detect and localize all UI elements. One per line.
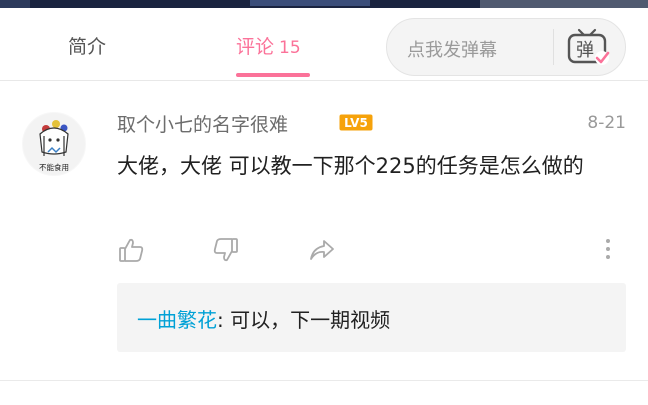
avatar-caption: 不能食用 <box>39 162 69 172</box>
status-strip-segment <box>480 0 648 8</box>
tab-divider <box>0 80 648 81</box>
danmaku-toggle-button[interactable]: 弹 <box>565 25 611 69</box>
danmaku-button-glyph: 弹 <box>576 40 594 61</box>
tab-comments-label: 评论 <box>236 36 275 58</box>
comment-content: 大佬，大佬 可以教一下那个225的任务是怎么做的 <box>117 154 584 178</box>
like-button[interactable] <box>117 236 145 264</box>
reply-text: : 可以，下一期视频 <box>217 308 391 332</box>
active-tab-indicator <box>236 73 310 77</box>
danmaku-separator <box>553 29 554 65</box>
avatar-illustration: 不能食用 <box>23 113 85 175</box>
share-icon <box>310 240 334 260</box>
status-strip-segment <box>250 0 370 6</box>
thumbs-down-icon <box>213 238 238 262</box>
more-vertical-icon <box>606 239 610 259</box>
avatar[interactable]: 不能食用 <box>22 112 86 176</box>
reply-username[interactable]: 一曲繁花 <box>137 308 217 332</box>
tab-intro[interactable]: 简介 <box>68 32 106 59</box>
status-strip-segment <box>0 0 30 8</box>
level-badge: LV5 <box>339 114 373 131</box>
tab-bar: 简介 评论 15 点我发弹幕 弹 <box>0 8 648 80</box>
danmaku-input[interactable]: 点我发弹幕 弹 <box>386 18 626 76</box>
comment-date: 8-21 <box>587 113 626 133</box>
thumbs-up-icon <box>119 238 144 262</box>
reply-line: 一曲繁花: 可以，下一期视频 <box>137 304 390 333</box>
level-badge-text: LV5 <box>344 116 368 130</box>
status-strip <box>0 0 648 8</box>
danmaku-placeholder: 点我发弹幕 <box>407 40 497 61</box>
comment-divider <box>0 380 648 381</box>
danmaku-tv-icon: 弹 <box>567 28 610 65</box>
more-button[interactable] <box>600 236 616 264</box>
comment-username[interactable]: 取个小七的名字很难 <box>117 110 288 137</box>
comment-count: 15 <box>279 38 301 58</box>
reply-preview[interactable]: 一曲繁花: 可以，下一期视频 <box>117 283 626 352</box>
dislike-button[interactable] <box>212 236 240 264</box>
share-button[interactable] <box>308 236 336 264</box>
tab-comments[interactable]: 评论 15 <box>236 32 301 59</box>
